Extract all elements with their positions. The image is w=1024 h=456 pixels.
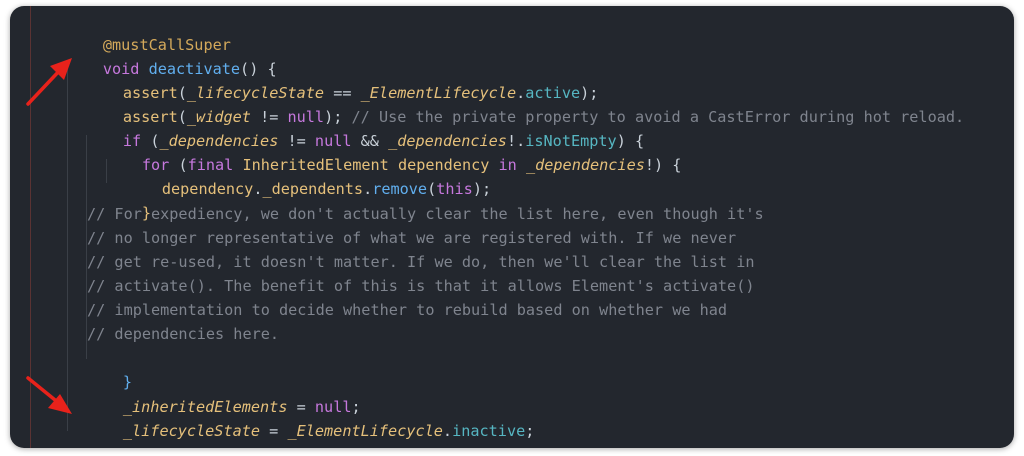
code-line: _lifecycleState = _ElementLifecycle.inac… [68, 395, 535, 440]
comment-line: // dependencies here. [87, 325, 280, 343]
property-token: inactive [452, 422, 526, 440]
red-arrow-icon [26, 376, 72, 414]
punctuation-token: . [442, 422, 453, 440]
punctuation-token: !) { [644, 156, 682, 174]
operator-token: = [260, 422, 288, 440]
comment-line: // For expediency, we don't actually cle… [87, 205, 764, 223]
code-line: dependency._dependents.remove(this); [107, 153, 491, 198]
code-line: } [68, 346, 132, 391]
code-line: if (_dependencies != null && _dependenci… [68, 105, 644, 150]
type-token: _ElementLifecycle [287, 422, 443, 440]
brace-token: } [103, 446, 112, 448]
code-line: } [87, 177, 151, 222]
method-token: remove [372, 180, 428, 198]
code-line: assert(_widget != null); // Use the priv… [68, 81, 964, 126]
code-line: _inheritedElements = null; [68, 371, 361, 416]
comment-line: // implementation to decide whether to r… [87, 301, 728, 319]
code-line: for (final InheritedElement dependency i… [87, 129, 682, 174]
code-line: } [48, 419, 112, 448]
code-line: assert(_lifecycleState == _ElementLifecy… [68, 57, 599, 102]
code-editor-panel: @mustCallSuper void deactivate() { asser… [10, 6, 1014, 448]
comment-line: // no longer representative of what we a… [87, 229, 737, 247]
punctuation-token: . [363, 180, 373, 198]
keyword-token: this [436, 180, 473, 198]
variable-token: dependency [161, 180, 254, 198]
punctuation-token: ); [472, 180, 492, 198]
variable-token: _lifecycleState [122, 422, 261, 440]
punctuation-token: ; [525, 422, 535, 440]
code-line: void deactivate() { [48, 33, 277, 78]
code-line: @mustCallSuper [48, 9, 231, 54]
red-arrow-icon [26, 58, 72, 106]
keyword-token: in [498, 156, 517, 174]
variable-token: _dependents [262, 180, 364, 198]
comment-line: // get re-used, it doesn't matter. If we… [87, 253, 755, 271]
variable-token: _dependencies [525, 156, 645, 174]
comment-line: // activate(). The benefit of this is th… [87, 277, 755, 295]
punctuation-token: ( [427, 180, 437, 198]
